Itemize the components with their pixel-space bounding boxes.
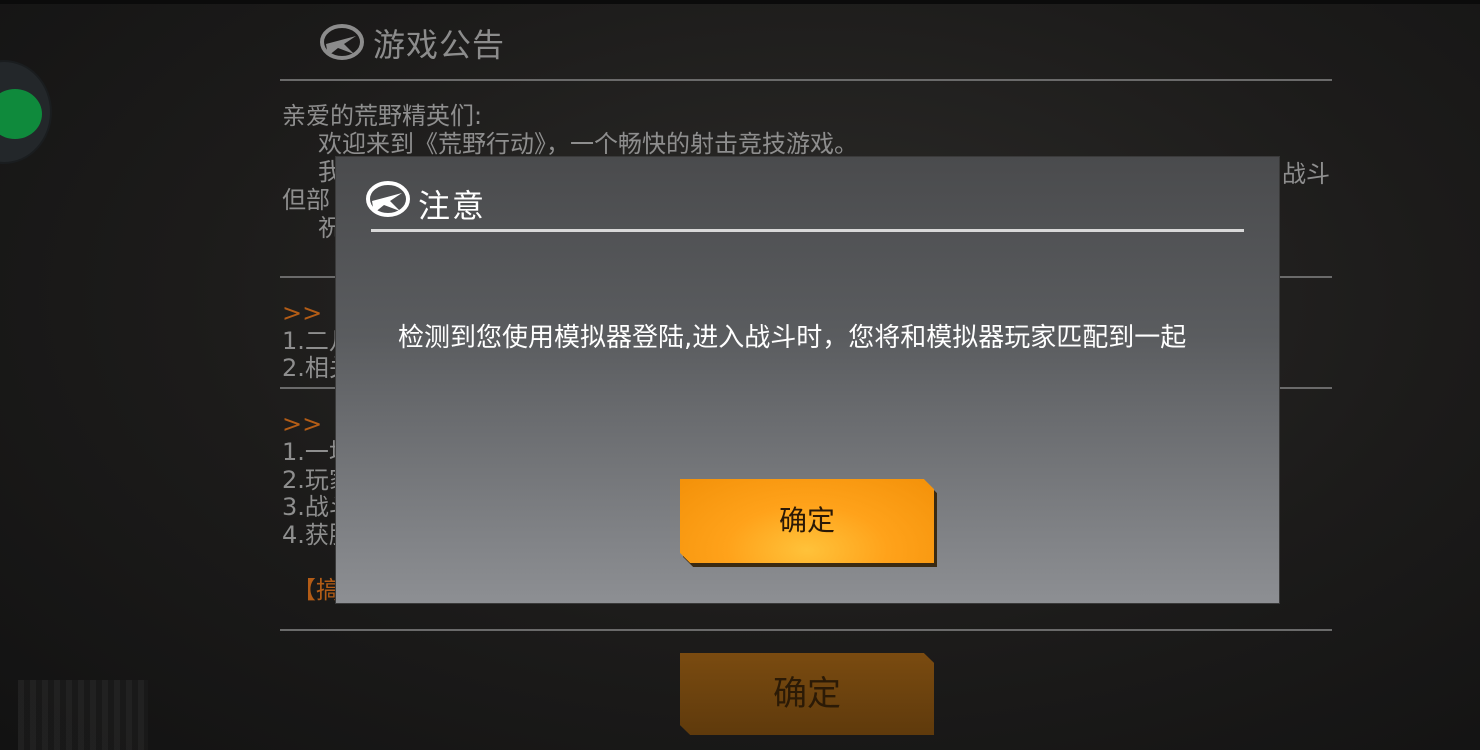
body-text-line2-end: 战斗 xyxy=(1282,160,1330,188)
floating-assistant-button[interactable] xyxy=(0,62,50,162)
dialog-title: 注意 xyxy=(418,187,487,225)
announcement-ok-button[interactable]: 确定 xyxy=(680,653,934,735)
green-dot-icon xyxy=(0,89,42,139)
section3-heading: 【搞 xyxy=(292,576,340,604)
announcement-title: 游戏公告 xyxy=(373,26,506,64)
game-screen: 游戏公告 亲爱的荒野精英们: 欢迎来到《荒野行动》，一个畅快的射击竞技游戏。 我… xyxy=(0,0,1480,750)
dialog-title-divider xyxy=(371,229,1244,232)
dialog-message: 检测到您使用模拟器登陆,进入战斗时，您将和模拟器玩家匹配到一起 xyxy=(398,323,1187,353)
game-logo-icon xyxy=(366,181,410,217)
qr-code-image xyxy=(18,680,148,750)
notice-dialog: 注意 检测到您使用模拟器登陆,进入战斗时，您将和模拟器玩家匹配到一起 确定 xyxy=(336,157,1279,603)
announcement-ok-label: 确定 xyxy=(773,674,841,714)
confirm-button-label: 确定 xyxy=(778,504,835,537)
confirm-button[interactable]: 确定 xyxy=(680,479,937,567)
title-divider xyxy=(280,79,1332,81)
welcome-text: 欢迎来到《荒野行动》，一个畅快的射击竞技游戏。 xyxy=(318,130,858,158)
footer-divider xyxy=(280,629,1332,631)
game-logo-icon xyxy=(320,24,364,60)
